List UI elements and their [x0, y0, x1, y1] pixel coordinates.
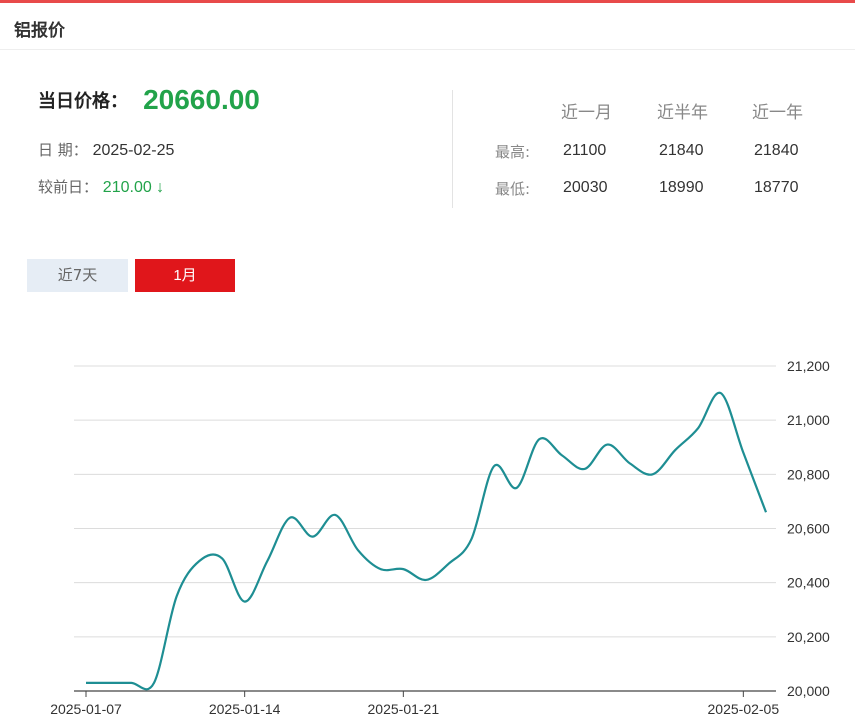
- data-point[interactable]: [264, 558, 270, 564]
- y-tick-label: 20,000: [787, 683, 830, 699]
- stats-low-month-value: 20030: [563, 179, 608, 196]
- y-tick-label: 20,200: [787, 629, 830, 645]
- data-point[interactable]: [582, 466, 588, 472]
- price-line-chart: 20,000 20,200 20,400 20,600 20,800 21,000 21,2…: [50, 358, 830, 717]
- data-point[interactable]: [446, 561, 452, 567]
- data-point[interactable]: [514, 485, 520, 491]
- tab-1-month[interactable]: 1月: [135, 259, 235, 292]
- data-point[interactable]: [242, 599, 248, 605]
- y-tick-label: 20,600: [787, 521, 830, 537]
- data-point[interactable]: [310, 534, 316, 540]
- page-title: 铝报价: [14, 21, 65, 41]
- data-point[interactable]: [355, 547, 361, 553]
- x-tick-label: 2025-01-07: [50, 701, 122, 717]
- divider: [452, 90, 453, 208]
- current-price-label: 当日价格：: [38, 91, 128, 112]
- y-tick-label: 21,000: [787, 412, 830, 428]
- data-point[interactable]: [672, 447, 678, 453]
- x-tick-label: 2025-02-05: [708, 701, 780, 717]
- date-value: 2025-02-25: [92, 142, 175, 159]
- date-label: 日 期：: [38, 141, 88, 159]
- header-bar: 铝报价: [0, 3, 855, 50]
- stats-high-label: 最高:: [495, 143, 531, 161]
- data-point[interactable]: [106, 680, 112, 686]
- stats-low-year: 18770: [754, 178, 799, 197]
- data-point[interactable]: [83, 680, 89, 686]
- data-point[interactable]: [287, 515, 293, 521]
- stats-high-halfyear-value: 21840: [659, 142, 704, 159]
- stats-row-low: 最低:: [495, 178, 530, 199]
- data-point[interactable]: [400, 566, 406, 572]
- current-price-row: 当日价格： 20660.00: [38, 84, 260, 116]
- data-point[interactable]: [423, 577, 429, 583]
- stats-row-high: 最高:: [495, 141, 530, 162]
- price-series-line: [86, 391, 768, 691]
- data-point[interactable]: [627, 461, 633, 467]
- data-point[interactable]: [174, 593, 180, 599]
- data-point[interactable]: [650, 471, 656, 477]
- stats-col-month: 近一月: [561, 103, 612, 123]
- data-point[interactable]: [740, 450, 746, 456]
- data-point[interactable]: [196, 558, 202, 564]
- stats-col-year: 近一年: [752, 103, 803, 123]
- x-tick-label: 2025-01-21: [368, 701, 440, 717]
- date-row: 日 期： 2025-02-25: [38, 139, 174, 160]
- data-point[interactable]: [332, 512, 338, 518]
- stats-low-halfyear: 18990: [659, 178, 704, 197]
- data-point[interactable]: [695, 425, 701, 431]
- data-point[interactable]: [718, 390, 724, 396]
- data-point[interactable]: [536, 436, 542, 442]
- data-point[interactable]: [219, 555, 225, 561]
- change-label: 较前日：: [38, 178, 99, 196]
- stats-col-halfyear: 近半年: [657, 103, 708, 123]
- stats-low-label: 最低:: [495, 180, 531, 198]
- data-point[interactable]: [491, 463, 497, 469]
- stats-high-halfyear: 21840: [659, 141, 704, 160]
- stats-high-year: 21840: [754, 141, 799, 160]
- y-tick-label: 21,200: [787, 358, 830, 374]
- data-point[interactable]: [151, 680, 157, 686]
- data-point[interactable]: [559, 452, 565, 458]
- stats-high-month-value: 21100: [563, 142, 607, 159]
- change-value: 210.00 ↓: [102, 179, 165, 196]
- stats-low-year-value: 18770: [754, 179, 799, 196]
- stats-high-year-value: 21840: [754, 142, 799, 159]
- stats-low-halfyear-value: 18990: [659, 179, 704, 196]
- stats-low-month: 20030: [563, 178, 608, 197]
- change-row: 较前日： 210.00 ↓: [38, 176, 164, 197]
- tab-7-days[interactable]: 近7天: [27, 259, 128, 292]
- stats-high-month: 21100: [563, 141, 606, 160]
- data-point[interactable]: [128, 680, 134, 686]
- data-point[interactable]: [378, 566, 384, 572]
- x-tick-label: 2025-01-14: [209, 701, 281, 717]
- y-tick-label: 20,400: [787, 575, 830, 591]
- data-point[interactable]: [763, 509, 769, 515]
- data-point[interactable]: [604, 442, 610, 448]
- y-tick-label: 20,800: [787, 466, 830, 482]
- data-point[interactable]: [468, 536, 474, 542]
- current-price-value: 20660.00: [143, 84, 260, 115]
